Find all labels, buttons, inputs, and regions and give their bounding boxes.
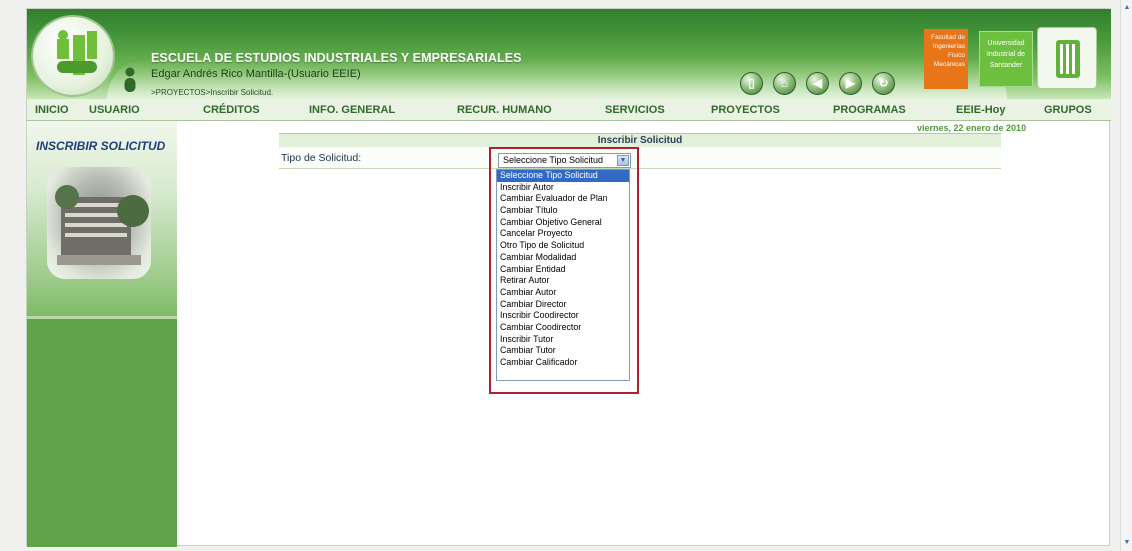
user-name: Edgar Andrés Rico Mantilla-(Usuario EEIE… [151,68,361,80]
user-icon [124,67,136,92]
university-badge[interactable]: Universidad Industrial de Santander [979,31,1033,87]
sidebar-title: INSCRIBIR SOLICITUD [36,139,166,153]
page-scrollbar[interactable]: ▲ ▼ [1120,0,1132,551]
home-icon[interactable]: ⌂ [773,72,796,95]
current-date: viernes, 22 enero de 2010 [917,123,1027,133]
uis-logo[interactable] [1037,27,1097,89]
form-title: Inscribir Solicitud [597,135,683,146]
nav-icons: ▯ ⌂ ◀ ▶ ↻ [740,72,895,95]
school-logo [31,15,115,97]
nav-item-usuario[interactable]: USUARIO [89,104,140,116]
solicitud-type-label: Tipo de Solicitud: [281,152,362,164]
building-image [55,185,149,265]
form-row: Tipo de Solicitud: [279,147,1001,169]
form-header: Inscribir Solicitud [279,133,1001,147]
nav-item-proyectos[interactable]: PROYECTOS [711,104,780,116]
nav-item-creditos[interactable]: CRÉDITOS [203,104,260,116]
sidebar: INSCRIBIR SOLICITUD [27,121,177,547]
back-icon[interactable]: ◀ [806,72,829,95]
breadcrumb[interactable]: >PROYECTOS>Inscribir Solicitud. [151,88,273,97]
nav-item-grupos[interactable]: GRUPOS [1044,104,1092,116]
school-logo-icon [57,30,97,75]
main-nav: INICIO USUARIO CRÉDITOS INFO. GENERAL RE… [27,99,1111,121]
forward-icon[interactable]: ▶ [839,72,862,95]
scroll-down-icon[interactable]: ▼ [1123,539,1131,547]
uis-logo-icon [1056,40,1080,78]
building-photo [47,167,151,279]
header-banner: ESCUELA DE ESTUDIOS INDUSTRIALES Y EMPRE… [27,9,1111,99]
nav-item-inicio[interactable]: INICIO [35,104,69,116]
highlight-box [489,147,639,394]
nav-item-servicios[interactable]: SERVICIOS [605,104,665,116]
nav-item-info-general[interactable]: INFO. GENERAL [309,104,395,116]
nav-item-recur-humano[interactable]: RECUR. HUMANO [457,104,552,116]
scroll-up-icon[interactable]: ▲ [1123,4,1131,12]
nav-item-eeie-hoy[interactable]: EEIE-Hoy [956,104,1006,116]
faculty-badge[interactable]: Facultad de Ingenierías Fisico Mecánicas [924,29,968,89]
org-title: ESCUELA DE ESTUDIOS INDUSTRIALES Y EMPRE… [151,51,522,65]
nav-item-programas[interactable]: PROGRAMAS [833,104,906,116]
refresh-icon[interactable]: ↻ [872,72,895,95]
page-frame: ESCUELA DE ESTUDIOS INDUSTRIALES Y EMPRE… [26,8,1111,547]
book-icon[interactable]: ▯ [740,72,763,95]
